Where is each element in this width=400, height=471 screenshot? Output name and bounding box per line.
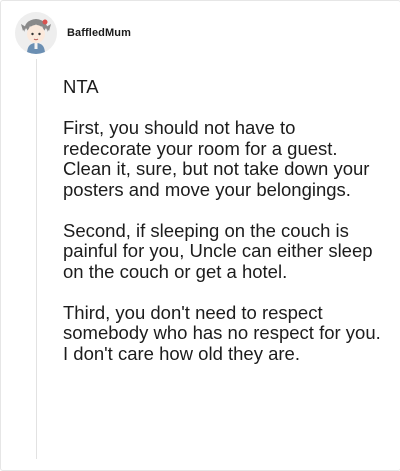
user-avatar[interactable] (15, 12, 57, 54)
username[interactable]: BaffledMum (67, 27, 131, 39)
thread-line[interactable] (36, 59, 37, 459)
comment-paragraph-1: NTA (63, 76, 99, 97)
cartoon-character-avatar-icon (15, 12, 57, 54)
comment-paragraph-4: Third, you don't need to respect somebod… (63, 301, 381, 364)
comment-card: BaffledMum NTA First, you should not hav… (0, 0, 400, 471)
comment-paragraph-3: Second, if sleeping on the couch is pain… (63, 219, 373, 282)
comment-body: NTA First, you should not have to redeco… (63, 76, 383, 385)
comment-paragraph-2: First, you should not have to redecorate… (63, 117, 370, 200)
comment-header: BaffledMum (15, 11, 131, 55)
